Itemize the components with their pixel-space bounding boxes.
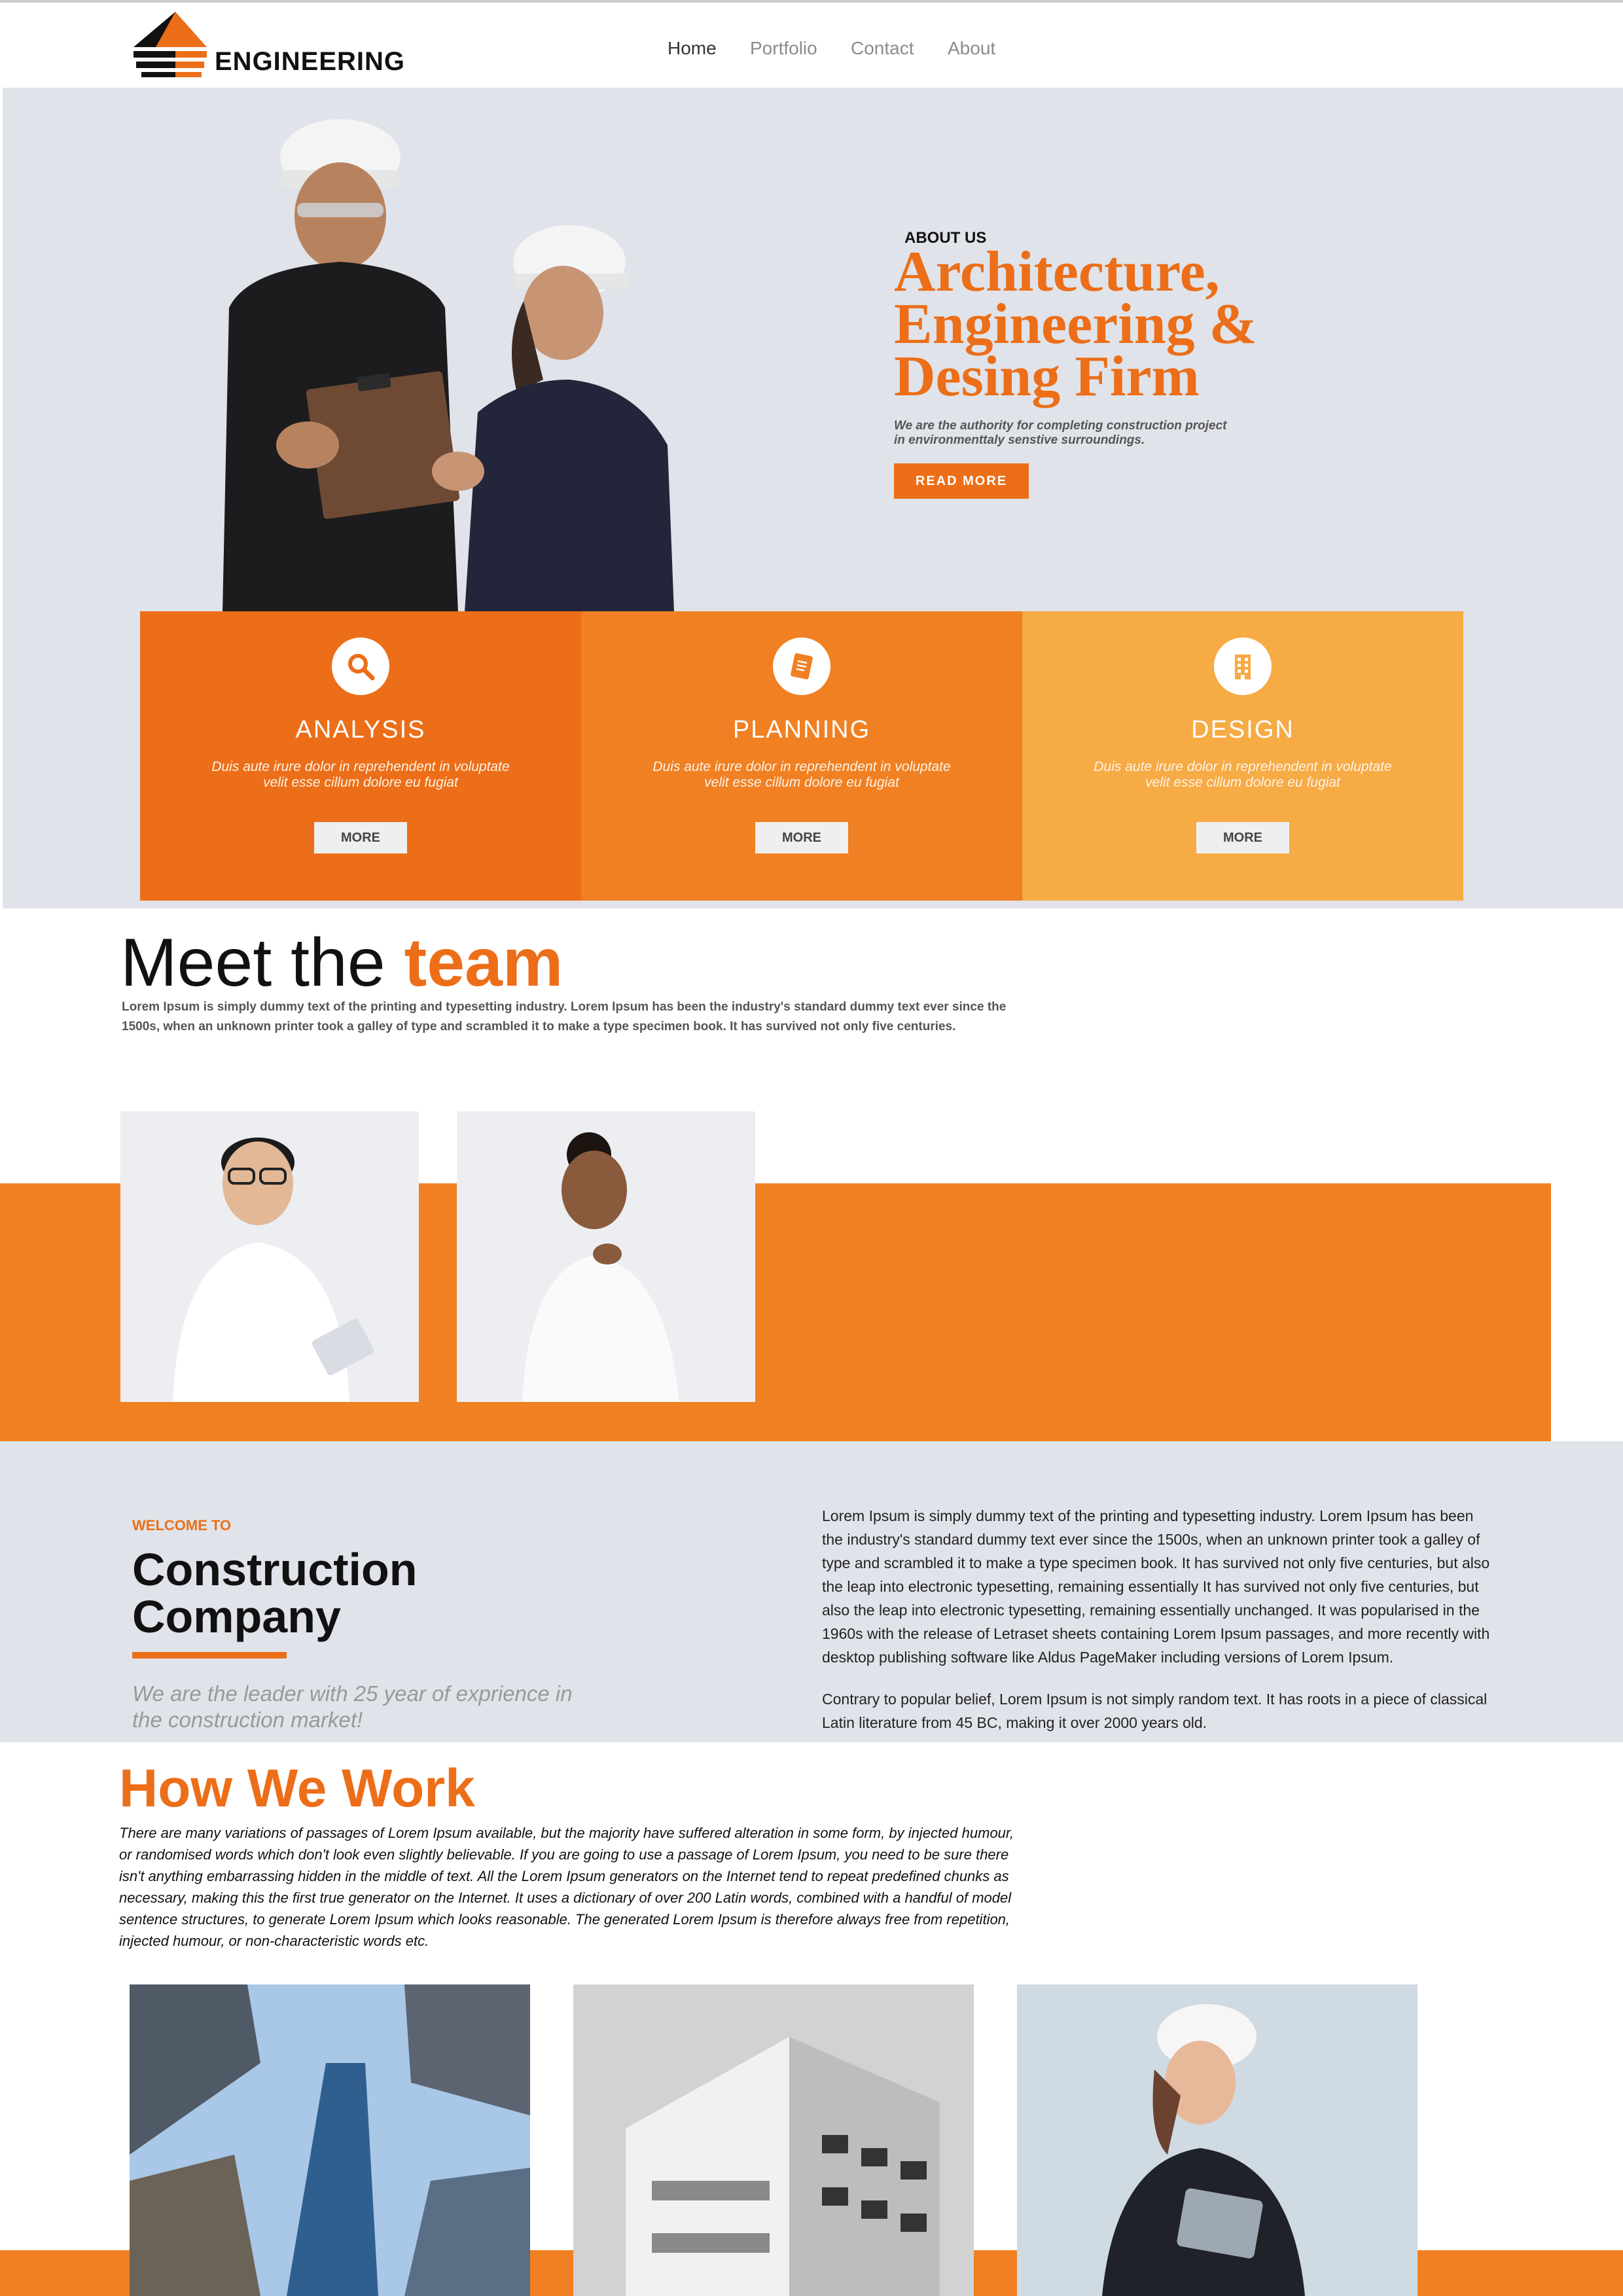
building-icon bbox=[1214, 637, 1272, 695]
hero-title: Architecture, Engineering & Desing Firm bbox=[894, 240, 1352, 408]
hero-title-line: Desing Firm bbox=[894, 345, 1200, 408]
service-card-analysis: ANALYSIS Duis aute irure dolor in repreh… bbox=[140, 611, 581, 901]
team-heading: Meet the team bbox=[120, 924, 563, 1002]
service-description: Duis aute irure dolor in reprehendent in… bbox=[190, 759, 531, 791]
team-description: Lorem Ipsum is simply dummy text of the … bbox=[122, 1000, 1007, 1033]
welcome-paragraph: Contrary to popular belief, Lorem Ipsum … bbox=[822, 1691, 1488, 1731]
hero-title-line: Engineering & bbox=[894, 293, 1257, 356]
nav-portfolio-link[interactable]: Portfolio bbox=[750, 38, 817, 59]
nav-home-link[interactable]: Home bbox=[668, 38, 717, 59]
brand-name: ENGINEERING bbox=[215, 47, 406, 76]
service-description-line: velit esse cillum dolore eu fugiat bbox=[704, 775, 899, 790]
hero-subtitle: We are the authority for completing cons… bbox=[894, 419, 1287, 448]
welcome-text-clip: Lorem Ipsum is simply dummy text of the … bbox=[812, 1504, 1531, 1742]
welcome-paragraph: Lorem Ipsum is simply dummy text of the … bbox=[822, 1507, 1490, 1666]
welcome-title: Construction Company bbox=[132, 1546, 590, 1640]
how-we-work-description: There are many variations of passages of… bbox=[119, 1825, 1014, 1949]
team-member-photo[interactable] bbox=[120, 1111, 419, 1402]
service-card-planning: PLANNING Duis aute irure dolor in repreh… bbox=[581, 611, 1022, 901]
engineer-woman-photo[interactable] bbox=[1017, 1984, 1418, 2296]
team-member-photo[interactable] bbox=[457, 1111, 755, 1402]
nav-about-link[interactable]: About bbox=[948, 38, 995, 59]
service-card-design: DESIGN Duis aute irure dolor in reprehen… bbox=[1022, 611, 1463, 901]
service-description-line: velit esse cillum dolore eu fugiat bbox=[1145, 775, 1340, 790]
welcome-kicker: WELCOME TO bbox=[132, 1517, 232, 1534]
welcome-title-line: Company bbox=[132, 1591, 341, 1642]
planning-more-button[interactable]: MORE bbox=[755, 822, 848, 853]
welcome-title-line: Construction bbox=[132, 1544, 418, 1595]
service-description-line: Duis aute irure dolor in reprehendent in… bbox=[652, 759, 951, 774]
design-more-button[interactable]: MORE bbox=[1196, 822, 1289, 853]
service-description-line: Duis aute irure dolor in reprehendent in… bbox=[1094, 759, 1392, 774]
read-more-button[interactable]: READ MORE bbox=[894, 463, 1029, 499]
analysis-more-button[interactable]: MORE bbox=[314, 822, 407, 853]
search-icon bbox=[332, 637, 389, 695]
welcome-text: Lorem Ipsum is simply dummy text of the … bbox=[822, 1504, 1492, 1734]
service-description-line: velit esse cillum dolore eu fugiat bbox=[263, 775, 458, 790]
nav-contact-link[interactable]: Contact bbox=[851, 38, 914, 59]
service-title: PLANNING bbox=[732, 716, 871, 744]
hero-title-line: Architecture, bbox=[894, 240, 1220, 304]
welcome-subtitle: We are the leader with 25 year of exprie… bbox=[132, 1681, 573, 1732]
how-we-work-heading: How We Work bbox=[119, 1759, 475, 1818]
welcome-accent-bar bbox=[132, 1652, 287, 1659]
building-photo[interactable] bbox=[573, 1984, 974, 2296]
service-description: Duis aute irure dolor in reprehendent in… bbox=[1073, 759, 1413, 791]
service-description-line: Duis aute irure dolor in reprehendent in… bbox=[211, 759, 510, 774]
hero-subtitle-line: We are the authority for completing cons… bbox=[894, 419, 1227, 433]
top-divider bbox=[0, 0, 1623, 3]
hero-subtitle-line: in environmenttaly senstive surroundings… bbox=[894, 433, 1145, 447]
book-icon bbox=[773, 637, 830, 695]
team-heading-plain: Meet the bbox=[120, 925, 404, 1001]
service-description: Duis aute irure dolor in reprehendent in… bbox=[632, 759, 972, 791]
team-heading-accent: team bbox=[404, 925, 563, 1001]
hero-engineers-image bbox=[223, 119, 674, 612]
skyscrapers-photo[interactable] bbox=[130, 1984, 530, 2296]
service-title: ANALYSIS bbox=[295, 716, 426, 744]
service-title: DESIGN bbox=[1191, 716, 1294, 744]
